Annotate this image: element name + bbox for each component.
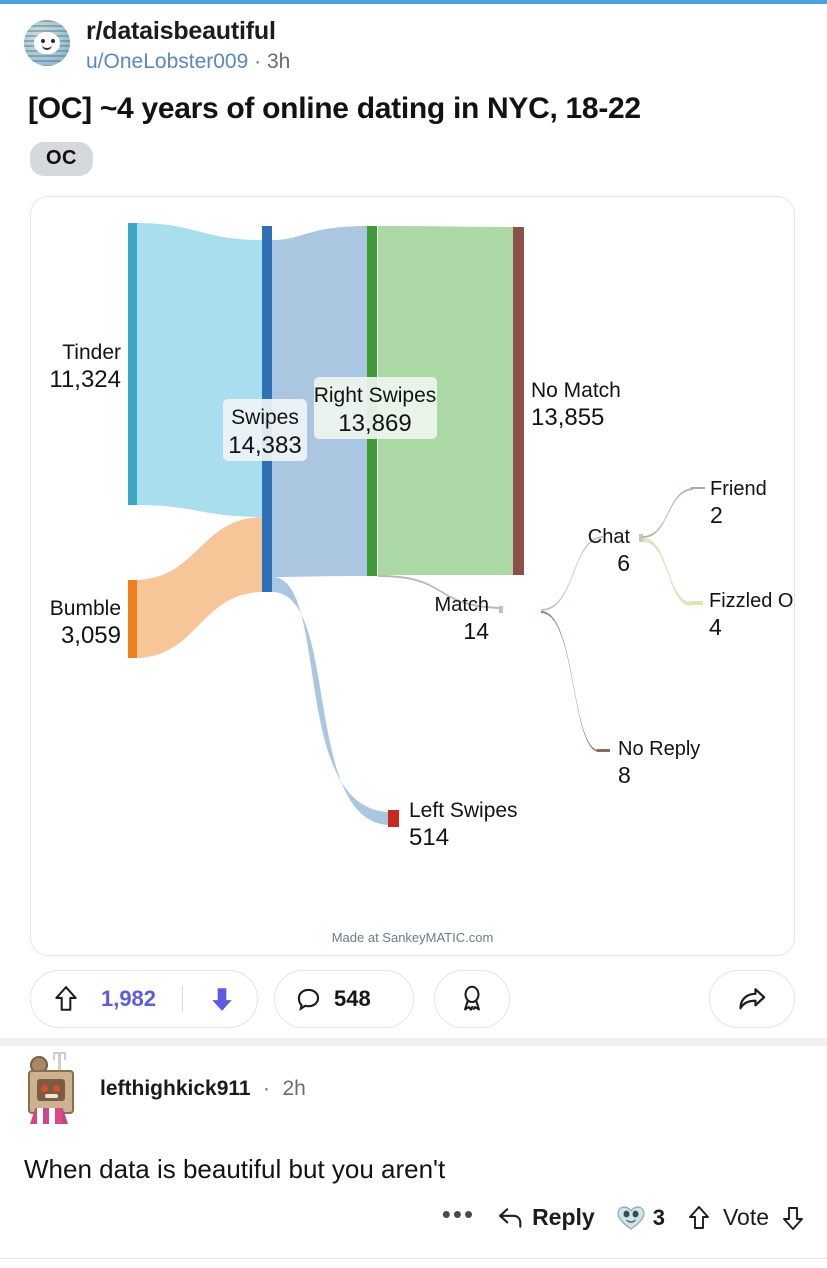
node-value-fizzled-out: 4: [709, 614, 722, 640]
node-label-no-reply: No Reply: [618, 738, 700, 760]
node-label-match: Match: [435, 594, 489, 616]
node-value-left-swipes: 514: [409, 824, 449, 851]
svg-text:Right Swipes: Right Swipes: [314, 384, 437, 407]
sankey-chart-card[interactable]: Tinder 11,324 Bumble 3,059 No Match 13,8…: [30, 196, 795, 956]
share-button[interactable]: [709, 970, 795, 1028]
flow-tinder-to-swipes: [134, 223, 264, 517]
node-bar-left-swipes: [388, 810, 399, 827]
robot-body-icon: [28, 1070, 74, 1114]
node-bar-tinder: [128, 223, 137, 505]
reply-arrow-icon: [497, 1206, 524, 1230]
flow-bumble-to-swipes: [134, 517, 264, 658]
post-header: r/dataisbeautiful u/OneLobster009 · 3h: [0, 4, 827, 76]
node-label-friend: Friend: [710, 478, 767, 500]
post-action-bar: 1,982 548: [30, 970, 795, 1030]
comment-age: 2h: [282, 1077, 306, 1100]
node-value-tinder: 11,324: [49, 366, 121, 393]
section-divider: [0, 1038, 827, 1046]
robot-eye-left-icon: [41, 1085, 48, 1092]
node-label-left-swipes: Left Swipes: [409, 799, 518, 822]
comment-more-button[interactable]: •••: [442, 1201, 475, 1228]
comment-item: lefthighkick911 · 2h When data is beauti…: [0, 1052, 827, 1231]
comment-vote-label[interactable]: Vote: [723, 1204, 769, 1231]
node-label-no-match: No Match: [531, 379, 621, 402]
node-value-bumble: 3,059: [61, 622, 121, 649]
comment-byline-separator: ·: [263, 1077, 271, 1100]
flow-chat-to-fizzled: [643, 538, 691, 606]
post-container: r/dataisbeautiful u/OneLobster009 · 3h […: [0, 4, 827, 176]
cardboard-robot-avatar[interactable]: [14, 1052, 88, 1126]
robot-screen-icon: [37, 1079, 65, 1101]
vote-count: 1,982: [100, 986, 157, 1011]
page-title[interactable]: [OC] ~4 years of online dating in NYC, 1…: [0, 76, 827, 128]
comment-count: 548: [334, 986, 371, 1011]
comment-button[interactable]: 548: [274, 970, 414, 1028]
post-author[interactable]: u/OneLobster009: [86, 50, 248, 73]
award-button[interactable]: [434, 970, 510, 1028]
node-bar-fizzled-out: [689, 601, 703, 605]
node-bar-no-match: [513, 227, 524, 575]
heart-eyes-emoji: [617, 1205, 645, 1231]
flair-row: OC: [0, 128, 827, 176]
comment-reply-button[interactable]: Reply: [497, 1204, 595, 1231]
node-label-box-right-swipes: Right Swipes 13,869: [314, 377, 437, 439]
comment-body: When data is beautiful but you aren't: [24, 1154, 446, 1184]
flow-chat-to-friend: [643, 488, 693, 538]
comment-reply-label: Reply: [532, 1204, 595, 1230]
comment-reaction-count: 3: [652, 1204, 665, 1230]
node-label-chat: Chat: [588, 526, 631, 548]
post-header-text: r/dataisbeautiful u/OneLobster009 · 3h: [86, 16, 290, 76]
subreddit-name[interactable]: r/dataisbeautiful: [86, 16, 290, 46]
comment-upvote-icon[interactable]: [687, 1205, 711, 1231]
comment-action-row: ••• Reply 3 Vote: [0, 1186, 827, 1231]
node-value-friend: 2: [710, 502, 723, 528]
svg-text:13,869: 13,869: [338, 410, 411, 437]
bottom-divider: [0, 1258, 827, 1259]
comment-author[interactable]: lefthighkick911: [100, 1077, 251, 1100]
flow-swipes-to-left-swipes: [272, 577, 391, 825]
sankeymatic-credit: Made at SankeyMATIC.com: [331, 930, 494, 945]
comment-reaction-button[interactable]: 3: [617, 1205, 665, 1231]
sankey-diagram: Tinder 11,324 Bumble 3,059 No Match 13,8…: [49, 223, 794, 851]
comment-vote-group: Vote: [687, 1204, 805, 1231]
node-value-match: 14: [463, 618, 489, 644]
flow-match-to-no-reply: [541, 611, 599, 752]
byline-separator: ·: [254, 50, 262, 73]
node-value-no-reply: 8: [618, 762, 631, 788]
node-bar-match: [499, 606, 503, 613]
node-value-chat: 6: [617, 550, 630, 576]
vote-pill: 1,982: [30, 970, 258, 1028]
robot-eye-right-icon: [53, 1085, 60, 1092]
node-bar-bumble: [128, 580, 137, 658]
award-ribbon-icon: [458, 984, 486, 1014]
oc-flair-badge[interactable]: OC: [30, 142, 93, 176]
node-label-tinder: Tinder: [62, 341, 121, 364]
comment-bubble-icon: [295, 986, 322, 1013]
downvote-arrow-icon[interactable]: [209, 985, 235, 1013]
svg-text:14,383: 14,383: [228, 432, 301, 459]
svg-text:Swipes: Swipes: [231, 406, 299, 429]
comment-header: lefthighkick911 · 2h: [0, 1052, 827, 1126]
robot-skirt-icon: [30, 1108, 68, 1124]
robot-mouth-icon: [45, 1094, 58, 1098]
post-byline: u/OneLobster009 · 3h: [86, 48, 290, 76]
node-bar-no-reply: [597, 749, 610, 752]
subreddit-snoo-globe-icon[interactable]: [24, 20, 70, 66]
comment-byline: lefthighkick911 · 2h: [88, 1077, 306, 1101]
post-age: 3h: [266, 50, 291, 73]
node-bar-chat: [639, 534, 643, 542]
node-value-no-match: 13,855: [531, 404, 604, 431]
share-arrow-icon: [737, 985, 767, 1013]
node-bar-friend: [691, 487, 705, 489]
node-label-bumble: Bumble: [50, 597, 121, 620]
comment-downvote-icon[interactable]: [781, 1205, 805, 1231]
node-label-fizzled-out: Fizzled Out: [709, 590, 794, 612]
vote-divider: [182, 986, 183, 1012]
upvote-arrow-icon[interactable]: [53, 985, 79, 1013]
node-label-box-swipes: Swipes 14,383: [223, 399, 307, 461]
